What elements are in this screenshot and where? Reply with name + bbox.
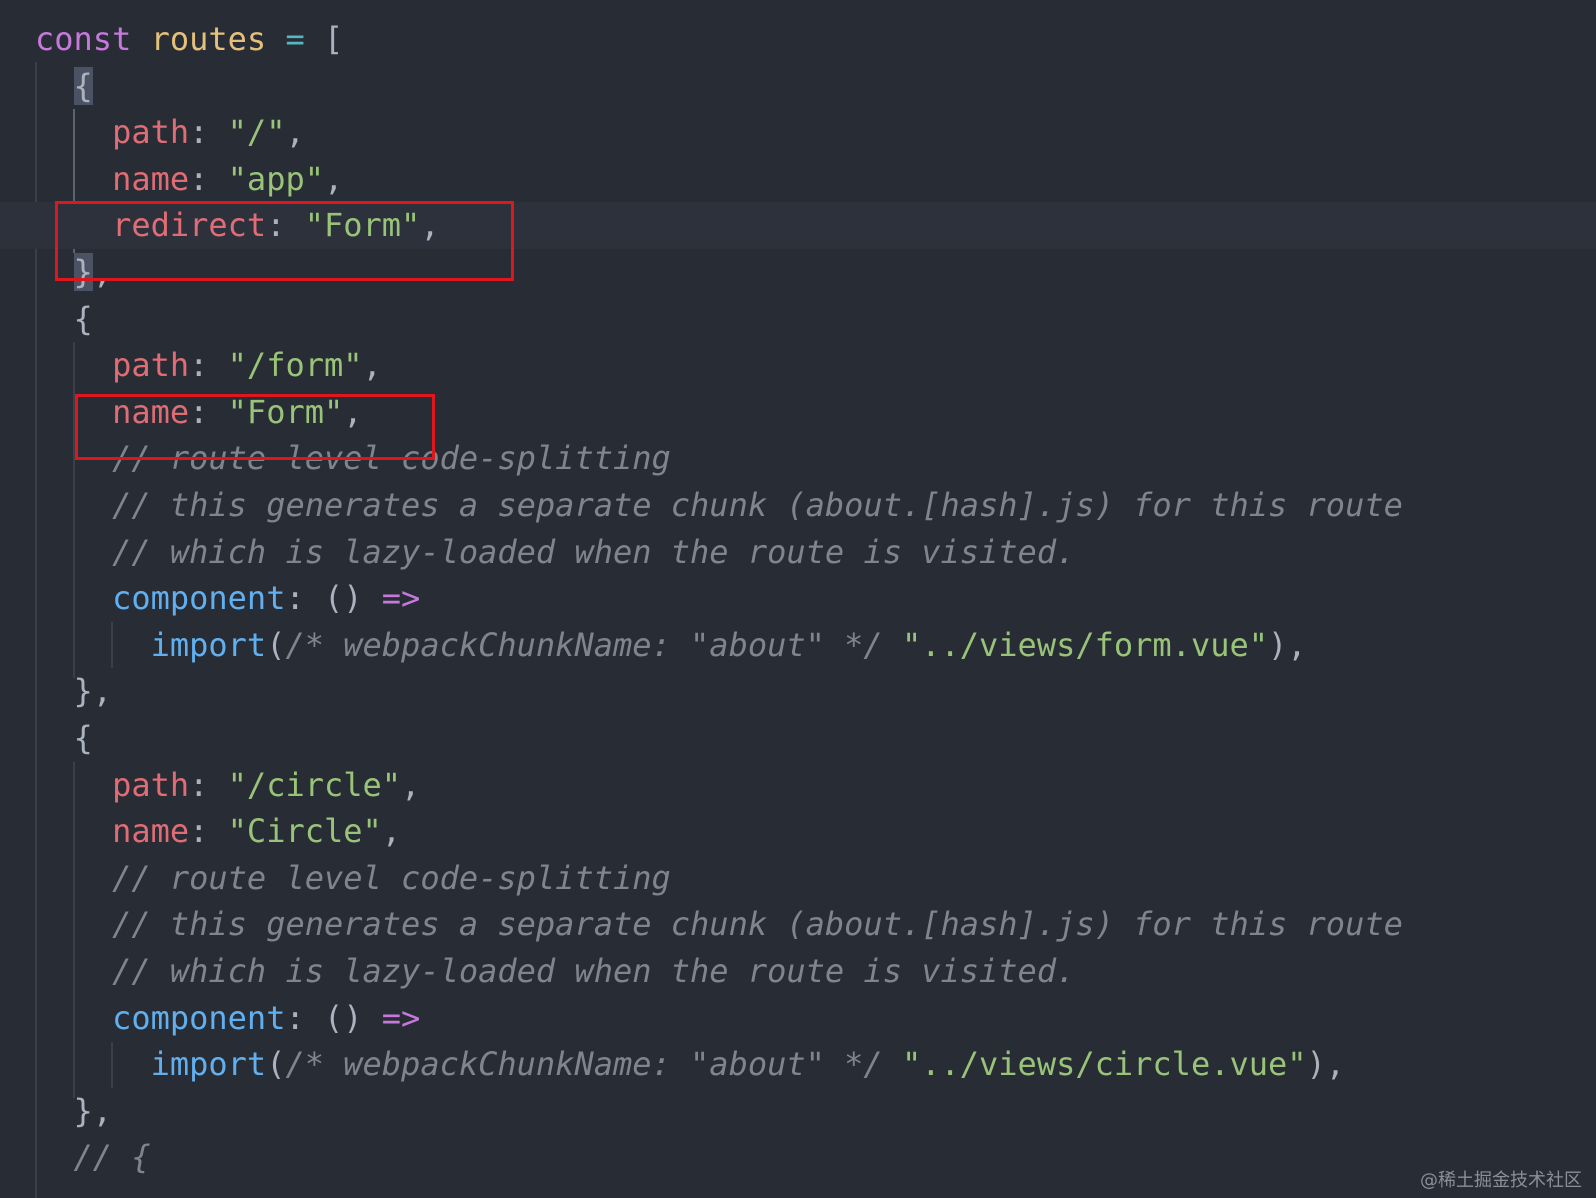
code-punctuation: , — [401, 765, 421, 804]
code-punctuation — [35, 905, 112, 943]
code-comment: // { — [73, 1138, 151, 1177]
code-punctuation: ( — [266, 625, 286, 664]
code-line[interactable]: { — [0, 63, 1596, 110]
code-punctuation: , — [381, 812, 402, 851]
code-punctuation: , — [362, 346, 382, 385]
code-punctuation — [35, 533, 112, 571]
code-string: "/form" — [227, 346, 363, 385]
name-form-highlight-box — [75, 394, 435, 460]
code-comment: // route level code-splitting — [112, 858, 671, 897]
code-punctuation: { — [35, 719, 93, 757]
code-function: component — [112, 998, 286, 1037]
code-punctuation: [ — [304, 20, 344, 58]
code-punctuation: : — [189, 113, 228, 152]
code-punctuation — [266, 20, 285, 58]
code-punctuation: : () — [285, 579, 382, 618]
code-line[interactable]: name: "Circle", — [0, 808, 1596, 855]
code-comment: // which is lazy-loaded when the route i… — [112, 952, 1076, 990]
code-punctuation: : — [189, 159, 228, 198]
code-line[interactable]: path: "/", — [0, 109, 1596, 156]
code-line[interactable]: // route level code-splitting — [0, 855, 1596, 902]
code-punctuation — [35, 626, 151, 664]
code-punctuation — [35, 67, 74, 105]
code-punctuation — [35, 859, 112, 897]
code-punctuation — [35, 1045, 151, 1083]
code-operator: = — [285, 20, 305, 58]
code-punctuation: ), — [1268, 625, 1307, 664]
code-punctuation: { — [73, 66, 93, 105]
code-punctuation: , — [323, 159, 344, 198]
code-property: name — [112, 812, 190, 851]
code-punctuation — [35, 999, 112, 1037]
code-line[interactable]: const routes = [ — [0, 16, 1596, 63]
code-line[interactable]: name: "app", — [0, 156, 1596, 203]
code-punctuation — [131, 20, 150, 58]
code-punctuation: { — [35, 299, 93, 338]
code-comment: // this generates a separate chunk (abou… — [112, 486, 1403, 524]
code-line[interactable]: // this generates a separate chunk (abou… — [0, 901, 1596, 948]
code-line[interactable]: }, — [0, 1088, 1596, 1135]
code-string: "app" — [227, 159, 324, 198]
code-punctuation: : — [189, 812, 228, 851]
code-punctuation — [35, 952, 112, 990]
code-comment: // this generates a separate chunk (abou… — [112, 905, 1403, 944]
code-line[interactable]: }, — [0, 668, 1596, 715]
code-keyword: => — [381, 998, 421, 1037]
code-line[interactable]: component: () => — [0, 995, 1596, 1042]
code-punctuation: }, — [35, 672, 113, 711]
redirect-highlight-box — [55, 201, 514, 281]
code-punctuation: : — [189, 765, 228, 804]
code-line[interactable]: path: "/form", — [0, 342, 1596, 389]
code-property: path — [112, 765, 190, 804]
code-punctuation — [35, 346, 112, 384]
code-string: "../views/form.vue" — [901, 625, 1268, 664]
code-property: name — [112, 159, 190, 198]
code-property: path — [112, 113, 190, 152]
code-keyword: => — [381, 579, 421, 618]
code-line[interactable]: path: "/circle", — [0, 762, 1596, 809]
code-function: import — [150, 1045, 267, 1084]
code-property: path — [112, 346, 190, 385]
code-punctuation: ( — [266, 1045, 286, 1084]
code-line[interactable]: import(/* webpackChunkName: "about" */ "… — [0, 622, 1596, 669]
code-string: "Circle" — [227, 812, 382, 851]
code-variable: routes — [150, 20, 267, 58]
code-line[interactable]: { — [0, 715, 1596, 762]
code-punctuation — [883, 626, 902, 664]
code-string: "../views/circle.vue" — [901, 1045, 1307, 1084]
code-keyword: const — [35, 20, 132, 58]
code-punctuation: ), — [1306, 1045, 1346, 1084]
code-punctuation: : — [189, 346, 228, 385]
code-line[interactable]: // this generates a separate chunk (abou… — [0, 482, 1596, 529]
code-punctuation — [35, 160, 112, 198]
code-punctuation: : () — [285, 998, 382, 1037]
code-punctuation — [35, 1138, 74, 1176]
code-punctuation: , — [285, 113, 305, 152]
code-comment: // which is lazy-loaded when the route i… — [112, 532, 1076, 571]
code-punctuation: }, — [35, 1091, 113, 1130]
code-punctuation — [35, 766, 112, 804]
code-line[interactable]: component: () => — [0, 575, 1596, 622]
code-line[interactable]: // which is lazy-loaded when the route i… — [0, 948, 1596, 995]
code-string: "/" — [227, 113, 286, 152]
code-line[interactable]: { — [0, 296, 1596, 343]
code-function: component — [112, 579, 286, 618]
code-comment: /* webpackChunkName: "about" */ — [285, 625, 883, 664]
code-comment: /* webpackChunkName: "about" */ — [285, 1045, 883, 1084]
code-function: import — [150, 625, 267, 664]
code-punctuation — [35, 579, 112, 617]
code-string: "/circle" — [227, 765, 402, 804]
code-line[interactable]: import(/* webpackChunkName: "about" */ "… — [0, 1041, 1596, 1088]
code-punctuation — [35, 113, 112, 151]
code-punctuation — [35, 486, 112, 524]
code-line[interactable]: // which is lazy-loaded when the route i… — [0, 529, 1596, 576]
watermark: @稀土掘金技术社区 — [1420, 1170, 1582, 1191]
code-punctuation — [35, 812, 112, 850]
code-editor[interactable]: const routes = [ { path: "/", name: "app… — [0, 0, 1596, 1198]
code-line[interactable]: // { — [0, 1134, 1596, 1181]
code-punctuation — [883, 1045, 902, 1083]
